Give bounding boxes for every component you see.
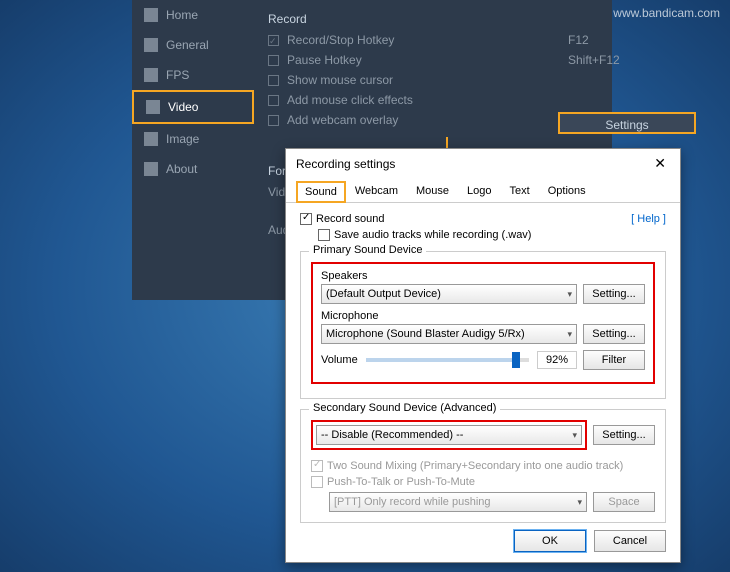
checkbox-icon[interactable]	[300, 213, 312, 225]
secondary-select[interactable]: -- Disable (Recommended) --▾	[316, 425, 582, 445]
volume-value: 92%	[537, 351, 577, 369]
pause-hotkey-row[interactable]: Pause HotkeyShift+F12	[268, 50, 602, 70]
checkbox-icon	[311, 476, 323, 488]
sidebar-item-home[interactable]: Home	[132, 0, 254, 30]
ok-button[interactable]: OK	[514, 530, 586, 552]
sidebar-item-label: Video	[168, 100, 198, 114]
dialog-body: [ Help ] Record sound Save audio tracks …	[286, 203, 680, 533]
tab-text[interactable]: Text	[501, 180, 539, 202]
tab-mouse[interactable]: Mouse	[407, 180, 458, 202]
dialog-tabs: Sound Webcam Mouse Logo Text Options	[286, 180, 680, 203]
sidebar-item-label: FPS	[166, 68, 189, 82]
microphone-setting-button[interactable]: Setting...	[583, 324, 645, 344]
ptt-mode-select: [PTT] Only record while pushing▾	[329, 492, 587, 512]
sidebar-item-fps[interactable]: FPS	[132, 60, 254, 90]
sidebar: Home General FPS Video Image About	[132, 0, 254, 300]
home-icon	[144, 8, 158, 22]
chevron-down-icon: ▾	[577, 497, 582, 508]
ptt-checkbox: Push-To-Talk or Push-To-Mute	[311, 476, 655, 488]
speakers-label: Speakers	[321, 270, 577, 282]
microphone-select[interactable]: Microphone (Sound Blaster Audigy 5/Rx)▾	[321, 324, 577, 344]
tab-options[interactable]: Options	[539, 180, 595, 202]
checkbox-icon[interactable]	[268, 55, 279, 66]
secondary-setting-button[interactable]: Setting...	[593, 425, 655, 445]
ptt-key-button: Space	[593, 492, 655, 512]
image-icon	[144, 132, 158, 146]
volume-label: Volume	[321, 354, 358, 366]
annotation-highlight-primary: Speakers (Default Output Device)▾ Settin…	[311, 262, 655, 384]
sidebar-item-label: General	[166, 38, 209, 52]
record-section-label: Record	[268, 12, 602, 26]
volume-slider[interactable]	[366, 358, 529, 362]
dialog-footer: OK Cancel	[514, 530, 666, 552]
sidebar-item-about[interactable]: About	[132, 154, 254, 184]
info-icon	[144, 162, 158, 176]
checkbox-icon[interactable]	[268, 115, 279, 126]
record-sound-checkbox[interactable]: Record sound	[300, 213, 666, 225]
chevron-down-icon: ▾	[572, 430, 577, 441]
chevron-down-icon: ▾	[567, 329, 572, 340]
gear-icon	[144, 38, 158, 52]
dialog-titlebar: Recording settings ✕	[286, 149, 680, 178]
help-link[interactable]: [ Help ]	[631, 213, 666, 225]
checkbox-icon[interactable]	[268, 95, 279, 106]
cancel-button[interactable]: Cancel	[594, 530, 666, 552]
sidebar-item-general[interactable]: General	[132, 30, 254, 60]
primary-device-group: Primary Sound Device Speakers (Default O…	[300, 251, 666, 399]
microphone-label: Microphone	[321, 310, 577, 322]
secondary-device-group: Secondary Sound Device (Advanced) -- Dis…	[300, 409, 666, 523]
sidebar-item-video[interactable]: Video	[132, 90, 254, 124]
slider-thumb[interactable]	[512, 352, 520, 368]
webcam-overlay-row[interactable]: Add webcam overlay	[268, 110, 602, 130]
tab-webcam[interactable]: Webcam	[346, 180, 407, 202]
sidebar-item-image[interactable]: Image	[132, 124, 254, 154]
tab-logo[interactable]: Logo	[458, 180, 500, 202]
fps-icon	[144, 68, 158, 82]
checkbox-icon[interactable]	[268, 35, 279, 46]
recording-settings-dialog: Recording settings ✕ Sound Webcam Mouse …	[285, 148, 681, 563]
sidebar-item-label: Home	[166, 8, 198, 22]
sidebar-item-label: Image	[166, 132, 199, 146]
close-icon[interactable]: ✕	[650, 155, 670, 172]
save-wav-checkbox[interactable]: Save audio tracks while recording (.wav)	[318, 229, 666, 241]
tab-sound[interactable]: Sound	[296, 181, 346, 203]
chevron-down-icon: ▾	[567, 289, 572, 300]
two-sound-mixing-checkbox: Two Sound Mixing (Primary+Secondary into…	[311, 460, 655, 472]
annotation-highlight-secondary: -- Disable (Recommended) --▾	[311, 420, 587, 450]
checkbox-icon	[311, 460, 323, 472]
checkbox-icon[interactable]	[318, 229, 330, 241]
sidebar-item-label: About	[166, 162, 197, 176]
show-cursor-row[interactable]: Show mouse cursor	[268, 70, 602, 90]
checkbox-icon[interactable]	[268, 75, 279, 86]
speakers-select[interactable]: (Default Output Device)▾	[321, 284, 577, 304]
dialog-title: Recording settings	[296, 157, 395, 171]
click-effects-row[interactable]: Add mouse click effects	[268, 90, 602, 110]
video-icon	[146, 100, 160, 114]
filter-button[interactable]: Filter	[583, 350, 645, 370]
secondary-group-title: Secondary Sound Device (Advanced)	[309, 402, 500, 414]
speakers-setting-button[interactable]: Setting...	[583, 284, 645, 304]
settings-button[interactable]: Settings	[558, 112, 696, 134]
primary-group-title: Primary Sound Device	[309, 244, 426, 256]
watermark: www.bandicam.com	[613, 6, 720, 20]
record-hotkey-row[interactable]: Record/Stop HotkeyF12	[268, 30, 602, 50]
